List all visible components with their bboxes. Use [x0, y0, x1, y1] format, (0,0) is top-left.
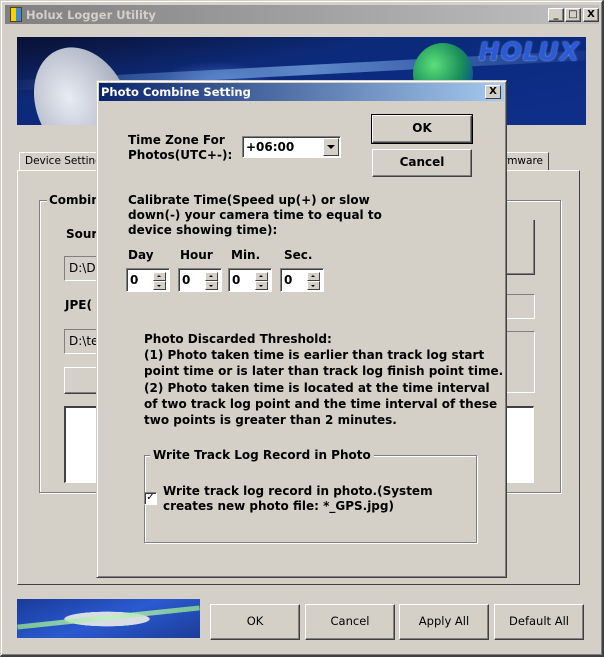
- window-title: Holux Logger Utility: [26, 7, 156, 22]
- calibrate-line: device showing time):: [128, 223, 278, 237]
- calibrate-line: down(-) your camera time to equal to: [128, 208, 382, 222]
- maximize-button[interactable]: □: [565, 8, 581, 22]
- spin-up-icon[interactable]: [255, 272, 268, 281]
- threshold-line: (2) Photo taken time is located at the t…: [144, 380, 490, 395]
- hour-spinner[interactable]: 0: [178, 268, 222, 292]
- calibrate-label: Calibrate Time(Speed up(+) or slow down(…: [128, 193, 382, 238]
- checkbox-label-line: Write track log record in photo.(System: [163, 484, 433, 498]
- day-value: 0: [130, 273, 139, 287]
- default-all-button[interactable]: Default All: [494, 604, 584, 640]
- dialog-cancel-button[interactable]: Cancel: [372, 149, 472, 177]
- combine-action-button[interactable]: [64, 367, 99, 394]
- min-label: Min.: [231, 248, 261, 262]
- day-spinner[interactable]: 0: [126, 268, 170, 292]
- dialog-titlebar[interactable]: Photo Combine Setting X: [99, 83, 504, 101]
- min-value: 0: [232, 273, 241, 287]
- threshold-line: Photo Discarded Threshold:: [144, 332, 332, 346]
- usb-cable-line: [17, 605, 200, 630]
- spin-down-icon[interactable]: [255, 281, 268, 290]
- spin-up-icon[interactable]: [205, 272, 218, 281]
- close-button[interactable]: X: [583, 8, 599, 22]
- main-cancel-button[interactable]: Cancel: [305, 604, 395, 640]
- timezone-label: Time Zone For Photos(UTC+-):: [128, 133, 232, 163]
- spin-up-icon[interactable]: [307, 272, 320, 281]
- spin-down-icon[interactable]: [205, 281, 218, 290]
- sec-label: Sec.: [284, 248, 313, 262]
- main-titlebar[interactable]: Holux Logger Utility _ □ X: [5, 5, 599, 24]
- timezone-label-line: Time Zone For: [128, 133, 225, 147]
- write-track-log-checkbox-label[interactable]: Write track log record in photo.(System …: [163, 484, 433, 514]
- tab-device-setting[interactable]: Device Setting: [19, 152, 102, 171]
- spin-down-icon[interactable]: [307, 281, 320, 290]
- dialog-ok-button[interactable]: OK: [371, 114, 473, 144]
- threshold-line: (1) Photo taken time is earlier than tra…: [144, 348, 485, 363]
- min-spinner[interactable]: 0: [228, 268, 272, 292]
- day-label: Day: [128, 248, 154, 262]
- spin-up-icon[interactable]: [153, 272, 166, 281]
- dialog-title: Photo Combine Setting: [101, 85, 251, 99]
- app-icon: [10, 7, 22, 22]
- tab-firmware-label: Firmware: [506, 155, 543, 167]
- calibrate-line: Calibrate Time(Speed up(+) or slow: [128, 193, 370, 207]
- holux-logo: HOLUX: [478, 37, 580, 66]
- threshold-text: Photo Discarded Threshold: (1) Photo tak…: [144, 331, 503, 428]
- threshold-line: two points is greater than 2 minutes.: [144, 413, 397, 428]
- tab-firmware[interactable]: Firmware: [505, 152, 549, 171]
- minimize-button[interactable]: _: [548, 8, 564, 22]
- checkmark-icon: ✓: [146, 492, 155, 503]
- threshold-line: of two track log point and the time inte…: [144, 396, 498, 411]
- sec-value: 0: [284, 273, 293, 287]
- main-ok-button[interactable]: OK: [210, 604, 300, 640]
- chevron-down-icon[interactable]: [323, 138, 339, 156]
- write-track-log-checkbox[interactable]: ✓: [144, 492, 157, 505]
- timezone-select[interactable]: +06:00: [242, 136, 341, 158]
- hour-label: Hour: [180, 248, 213, 262]
- combine-group-label: Combin: [47, 193, 102, 207]
- timezone-value: +06:00: [246, 140, 295, 154]
- hour-value: 0: [182, 273, 191, 287]
- jpeg-label: JPE(: [65, 298, 92, 312]
- sec-spinner[interactable]: 0: [280, 268, 324, 292]
- write-track-log-group-label: Write Track Log Record in Photo: [150, 448, 374, 462]
- timezone-label-line: Photos(UTC+-):: [128, 148, 233, 162]
- usb-cable-image: [17, 599, 200, 638]
- dialog-close-button[interactable]: X: [485, 85, 501, 99]
- checkbox-label-line: creates new photo file: *_GPS.jpg): [163, 499, 394, 513]
- spin-down-icon[interactable]: [153, 281, 166, 290]
- apply-all-button[interactable]: Apply All: [399, 604, 489, 640]
- threshold-line: point time or is later than track log fi…: [144, 364, 504, 379]
